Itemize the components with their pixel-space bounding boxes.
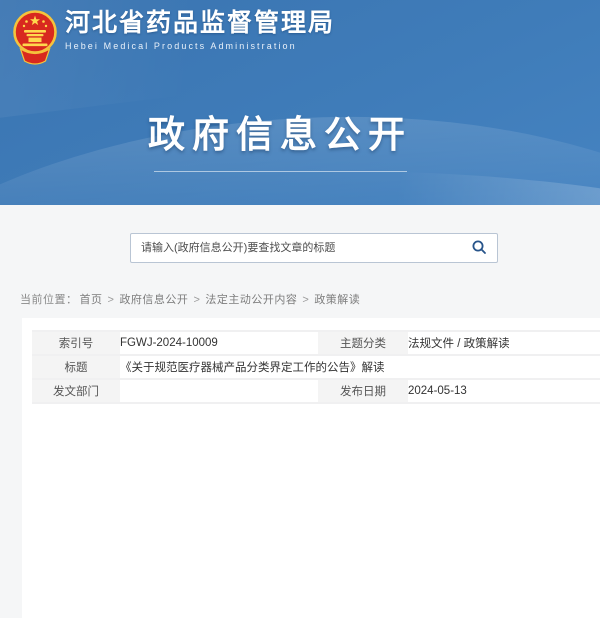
detail-panel: 索引号 FGWJ-2024-10009 主题分类 法规文件 / 政策解读 标题 … (22, 318, 600, 618)
breadcrumb-separator: > (108, 294, 115, 306)
breadcrumb-item-gov-info[interactable]: 政府信息公开 (119, 294, 188, 306)
publish-date-label: 发布日期 (318, 379, 408, 403)
table-row-department: 发文部门 发布日期 2024-05-13 (32, 379, 600, 403)
title-label: 标题 (32, 355, 120, 379)
document-meta-table: 索引号 FGWJ-2024-10009 主题分类 法规文件 / 政策解读 标题 … (32, 330, 600, 404)
issuing-department-label: 发文部门 (32, 379, 120, 403)
hero-header: 河北省药品监督管理局 Hebei Medical Products Admini… (0, 0, 600, 205)
breadcrumb-item-disclosure-content[interactable]: 法定主动公开内容 (205, 294, 297, 306)
site-subtitle: Hebei Medical Products Administration (65, 41, 335, 51)
breadcrumb-item-home[interactable]: 首页 (80, 294, 103, 306)
brand-text: 河北省药品监督管理局 Hebei Medical Products Admini… (65, 9, 335, 51)
breadcrumb-separator: > (302, 294, 309, 306)
page-title: 政府信息公开 (0, 104, 560, 158)
table-row-index: 索引号 FGWJ-2024-10009 主题分类 法规文件 / 政策解读 (32, 331, 600, 355)
site-title: 河北省药品监督管理局 (65, 9, 335, 38)
banner: 政府信息公开 (0, 104, 560, 172)
index-number-label: 索引号 (32, 331, 120, 355)
banner-underline (154, 171, 407, 172)
topic-category-label: 主题分类 (318, 331, 408, 355)
topic-category-value: 法规文件 / 政策解读 (408, 331, 600, 355)
content-area: 当前位置：首页 > 政府信息公开 > 法定主动公开内容 > 政策解读 索引号 FGWJ-20… (0, 205, 600, 400)
index-number-value: FGWJ-2024-10009 (120, 331, 318, 355)
title-value: 《关于规范医疗器械产品分类界定工作的公告》解读 (120, 355, 600, 379)
publish-date-value: 2024-05-13 (408, 379, 600, 403)
breadcrumb-separator: > (193, 294, 200, 306)
issuing-department-value (120, 379, 318, 403)
site-brand-link[interactable]: 河北省药品监督管理局 Hebei Medical Products Admini… (13, 9, 335, 72)
national-emblem-icon (13, 9, 57, 72)
table-row-title: 标题 《关于规范医疗器械产品分类界定工作的公告》解读 (32, 355, 600, 379)
search-icon (471, 239, 487, 258)
breadcrumb: 当前位置：首页 > 政府信息公开 > 法定主动公开内容 > 政策解读 (20, 291, 362, 307)
breadcrumb-prefix: 当前位置： (20, 294, 78, 306)
search-button[interactable] (461, 234, 497, 262)
search-input[interactable] (131, 234, 461, 262)
breadcrumb-item-policy-interpretation[interactable]: 政策解读 (314, 294, 360, 306)
search-box (130, 233, 498, 263)
